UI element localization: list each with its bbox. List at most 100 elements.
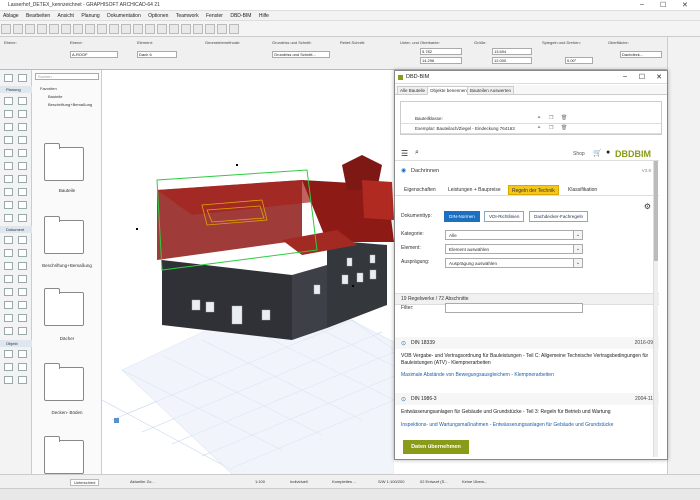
undo-button[interactable]: Unterschied xyxy=(70,479,100,486)
close-icon[interactable]: ✕ xyxy=(682,1,688,9)
kategorie-select[interactable]: Alle ⌄ xyxy=(445,230,583,240)
section-tool-icon[interactable] xyxy=(18,288,27,296)
status-scale[interactable]: 1:100 xyxy=(255,479,265,484)
orbit-icon[interactable] xyxy=(157,24,167,34)
save-icon[interactable] xyxy=(13,24,23,34)
light-tool-icon[interactable] xyxy=(18,363,27,371)
3d-view-icon[interactable] xyxy=(205,24,215,34)
cart-icon[interactable]: 🛒 xyxy=(593,149,602,157)
plant-tool-icon[interactable] xyxy=(18,350,27,358)
level-dimension-tool-icon[interactable] xyxy=(18,236,27,244)
tab-bauteilen-auswerten[interactable]: Bauteilen Auswerten xyxy=(467,86,515,95)
tab-alle-bauteile[interactable]: Alle Bauteile xyxy=(397,86,429,95)
section-objekt[interactable]: Objekt xyxy=(0,340,32,347)
change-tool-icon[interactable] xyxy=(18,314,27,322)
menu-planung[interactable]: Planung xyxy=(78,11,102,19)
status-dimension[interactable]: 02 Entwurf (S... xyxy=(420,479,448,484)
norm-item[interactable]: ⊙ DIN 1986-3 2004-11 Entwässerungsanlage… xyxy=(395,393,659,439)
unterkante-field[interactable]: 5.782 xyxy=(420,48,462,55)
menu-ansicht[interactable]: Ansicht xyxy=(55,11,77,19)
menu-optionen[interactable]: Optionen xyxy=(145,11,171,19)
menu-teamwork[interactable]: Teamwork xyxy=(173,11,202,19)
menu-dokumentation[interactable]: Dokumentation xyxy=(104,11,144,19)
copy-icon[interactable]: ❐ xyxy=(549,115,553,121)
menu-hilfe[interactable]: Hilfe xyxy=(256,11,272,19)
daten-uebernehmen-button[interactable]: Daten übernehmen xyxy=(403,440,469,454)
elevation-tool-icon[interactable] xyxy=(4,301,13,309)
pointer-icon[interactable] xyxy=(61,24,71,34)
auspraegung-select[interactable]: Ausprägung auswählen ⌄ xyxy=(445,258,583,268)
line-tool-icon[interactable] xyxy=(18,262,27,270)
grid-row-exemplar[interactable]: Exemplar: Bauteilach/Ziegel - Eindeckung… xyxy=(401,124,661,134)
fill-tool-icon[interactable] xyxy=(4,262,13,270)
norm-item[interactable]: ⊙ DIN 18339 2016-09 VOB Vergabe- und Ver… xyxy=(395,337,659,387)
dachdecker-fachregeln-button[interactable]: Dachdecker-Fachregeln xyxy=(529,211,589,222)
lamp-tool-icon[interactable] xyxy=(4,188,13,196)
search-icon[interactable]: ⌕ xyxy=(415,149,419,157)
menu-ablage[interactable]: Ablage xyxy=(0,11,22,19)
arc-tool-icon[interactable] xyxy=(4,275,13,283)
tree-beschriftung[interactable]: Beschriftung+Bemaßung xyxy=(48,102,92,107)
oberkante-field[interactable]: 14.296 xyxy=(420,57,462,64)
folder-icon[interactable] xyxy=(44,143,84,181)
roof-tool-icon[interactable] xyxy=(4,136,13,144)
tab-eigenschaften[interactable]: Eigenschaften xyxy=(401,185,439,195)
zone-tool-icon[interactable] xyxy=(18,162,27,170)
figure-tool-icon[interactable] xyxy=(18,327,27,335)
shop-link[interactable]: Shop xyxy=(573,151,585,157)
snap-icon[interactable] xyxy=(85,24,95,34)
folder-icon[interactable] xyxy=(44,363,84,401)
tree-favoriten[interactable]: Favoriten xyxy=(40,86,57,91)
wall-tool-icon[interactable] xyxy=(4,97,13,105)
menu-bearbeiten[interactable]: Bearbeiten xyxy=(23,11,53,19)
tab-objekte-benennen[interactable]: Objekte benennen xyxy=(427,86,470,95)
slab-tool-icon[interactable] xyxy=(18,123,27,131)
open-icon[interactable] xyxy=(1,24,11,34)
winkel-field[interactable]: 0.00° xyxy=(565,57,593,64)
dialog-minimize-icon[interactable]: – xyxy=(623,73,627,80)
menu-fenster[interactable]: Fenster xyxy=(203,11,226,19)
morph-tool-icon[interactable] xyxy=(18,188,27,196)
fit-window-icon[interactable] xyxy=(145,24,155,34)
polyline-tool-icon[interactable] xyxy=(18,275,27,283)
label-tool-icon[interactable] xyxy=(18,249,27,257)
grid-row-klasse[interactable]: Bauteilklasse: xyxy=(401,114,661,124)
dialog-close-icon[interactable]: ✕ xyxy=(656,73,662,81)
stair-tool-icon[interactable] xyxy=(4,149,13,157)
groesse-field-1[interactable]: 13.694 xyxy=(492,48,532,55)
oberflaeche-field[interactable]: Dachdeck... xyxy=(620,51,662,58)
worksheet-tool-icon[interactable] xyxy=(4,314,13,322)
zoom-out-icon[interactable] xyxy=(133,24,143,34)
wall-end-tool-icon[interactable] xyxy=(18,214,27,222)
elevation-icon[interactable] xyxy=(181,24,191,34)
section-icon[interactable] xyxy=(169,24,179,34)
chevron-down-circle-icon[interactable]: ⊙ xyxy=(401,396,406,403)
layer-icon[interactable] xyxy=(109,24,119,34)
gear-icon[interactable]: ⚙ xyxy=(644,202,651,211)
element-field[interactable]: Dach 6 xyxy=(137,51,177,58)
maximize-icon[interactable]: ☐ xyxy=(660,1,666,9)
ebene-field[interactable]: A-ROOF xyxy=(70,51,118,58)
delete-icon[interactable]: 🗑 xyxy=(561,115,567,121)
mesh-tool-icon[interactable] xyxy=(4,162,13,170)
dialog-maximize-icon[interactable]: ☐ xyxy=(639,73,645,81)
status-layer-combination[interactable]: Individuell xyxy=(290,479,308,484)
tree-bauteile[interactable]: Bauteile xyxy=(48,94,62,99)
groesse-field-2[interactable]: 12.000 xyxy=(492,57,532,64)
text-tool-icon[interactable] xyxy=(4,249,13,257)
user-icon[interactable]: ● xyxy=(606,149,610,156)
door-tool-icon[interactable] xyxy=(18,97,27,105)
zoom-in-icon[interactable] xyxy=(121,24,131,34)
column-tool-icon[interactable] xyxy=(18,110,27,118)
object-tool-icon[interactable] xyxy=(18,175,27,183)
hotspot-tool-icon[interactable] xyxy=(4,327,13,335)
redo-icon[interactable] xyxy=(49,24,59,34)
element-select[interactable]: Element auswählen ⌄ xyxy=(445,244,583,254)
copy-icon[interactable]: ❐ xyxy=(549,125,553,131)
tab-klassifikation[interactable]: Klassifikation xyxy=(565,185,600,195)
menu-dbd-bim[interactable]: DBD-BIM xyxy=(227,11,254,19)
detail-tool-icon[interactable] xyxy=(18,301,27,309)
chevron-down-circle-icon[interactable]: ⊙ xyxy=(401,340,406,347)
grid-icon[interactable] xyxy=(97,24,107,34)
tab-regeln-der-technik[interactable]: Regeln der Technik xyxy=(508,185,559,195)
